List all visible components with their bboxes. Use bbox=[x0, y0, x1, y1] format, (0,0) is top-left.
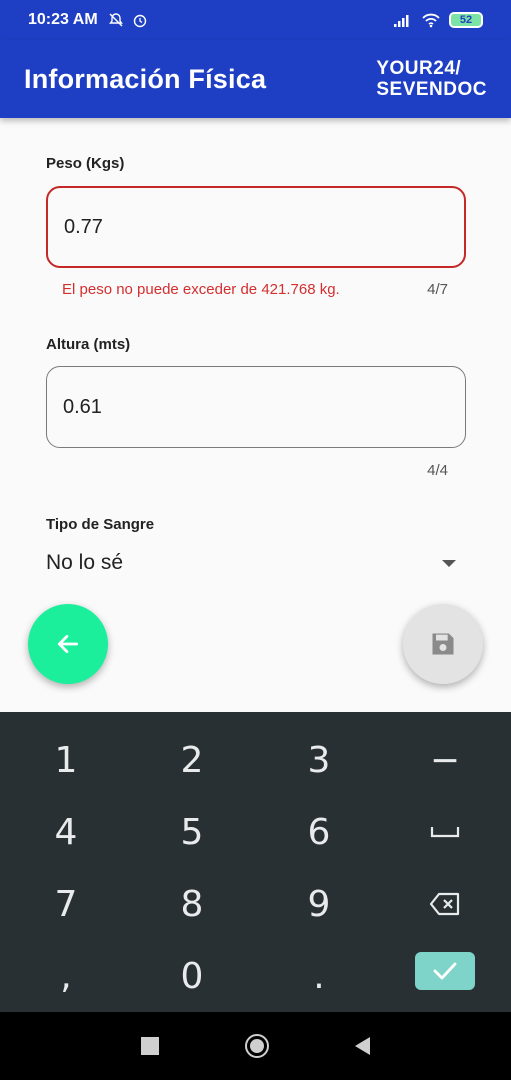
blood-type-select[interactable]: No lo sé bbox=[46, 551, 466, 575]
key-space[interactable] bbox=[405, 802, 485, 862]
key-3[interactable]: 3 bbox=[279, 730, 359, 790]
key-comma[interactable]: , bbox=[26, 946, 106, 1006]
height-label: Altura (mts) bbox=[46, 336, 131, 353]
alarm-icon bbox=[133, 14, 146, 28]
key-6[interactable]: 6 bbox=[279, 802, 359, 862]
key-1[interactable]: 1 bbox=[26, 730, 106, 790]
back-nav-icon[interactable] bbox=[355, 1037, 370, 1055]
key-0[interactable]: 0 bbox=[152, 946, 232, 1006]
key-9[interactable]: 9 bbox=[279, 874, 359, 934]
weight-input[interactable]: 0.77 bbox=[46, 186, 466, 268]
save-button[interactable] bbox=[403, 604, 483, 684]
status-bar: 10:23 AM 52 bbox=[0, 0, 511, 40]
weight-counter: 4/7 bbox=[427, 281, 448, 298]
numeric-keyboard: 1 2 3 − 4 5 6 7 8 9 , 0 . bbox=[0, 712, 511, 1012]
key-backspace[interactable] bbox=[405, 874, 485, 934]
app-bar: Información Física YOUR24/ SEVENDOC bbox=[0, 40, 511, 118]
page-title: Información Física bbox=[24, 63, 267, 94]
key-4[interactable]: 4 bbox=[26, 802, 106, 862]
physical-info-form: Peso (Kgs) 0.77 El peso no puede exceder… bbox=[46, 118, 466, 575]
key-2[interactable]: 2 bbox=[152, 730, 232, 790]
caret-down-icon bbox=[442, 559, 456, 567]
blood-type-value: No lo sé bbox=[46, 551, 124, 574]
height-counter: 4/4 bbox=[427, 462, 448, 479]
arrow-left-icon bbox=[57, 635, 79, 653]
key-8[interactable]: 8 bbox=[152, 874, 232, 934]
back-button[interactable] bbox=[28, 604, 108, 684]
blood-type-label: Tipo de Sangre bbox=[46, 516, 155, 533]
bell-off-icon bbox=[108, 13, 123, 27]
navigation-bar bbox=[0, 1012, 511, 1080]
weight-label: Peso (Kgs) bbox=[46, 155, 125, 172]
key-done[interactable] bbox=[415, 952, 475, 990]
check-icon bbox=[433, 962, 457, 980]
signal-icon bbox=[394, 15, 409, 27]
home-icon[interactable] bbox=[245, 1034, 269, 1058]
backspace-icon bbox=[429, 892, 460, 916]
status-time: 10:23 AM bbox=[28, 11, 98, 28]
recents-icon[interactable] bbox=[141, 1037, 159, 1055]
key-minus[interactable]: − bbox=[405, 730, 485, 790]
key-7[interactable]: 7 bbox=[26, 874, 106, 934]
height-input[interactable]: 0.61 bbox=[46, 366, 466, 448]
wifi-icon bbox=[422, 13, 440, 28]
space-icon bbox=[430, 827, 460, 838]
key-period[interactable]: . bbox=[279, 946, 359, 1006]
brand-logo: YOUR24/ SEVENDOC bbox=[376, 58, 487, 100]
key-5[interactable]: 5 bbox=[152, 802, 232, 862]
weight-error-text: El peso no puede exceder de 421.768 kg. bbox=[62, 281, 340, 298]
floppy-disk-icon bbox=[432, 633, 454, 655]
battery-indicator: 52 bbox=[449, 12, 483, 28]
